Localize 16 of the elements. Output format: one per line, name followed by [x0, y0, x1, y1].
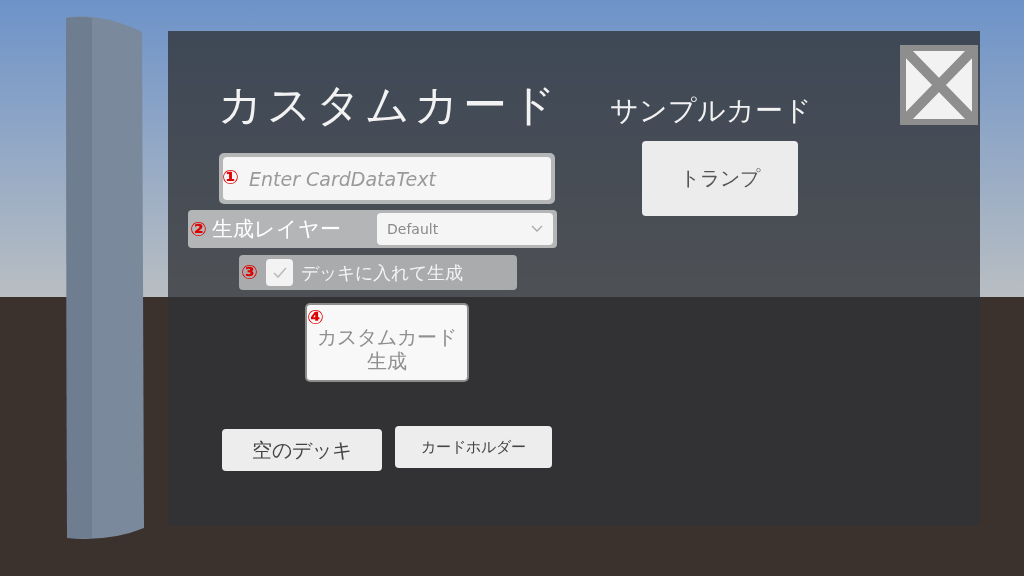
toggle-label: デッキに入れて生成: [301, 260, 463, 285]
dropdown-value: Default: [387, 221, 439, 237]
step-number: ①: [222, 166, 239, 188]
panel-button[interactable]: 空のデッキ: [222, 429, 382, 471]
section-title: サンプルカード: [610, 93, 812, 129]
caret-icon: [531, 225, 543, 233]
panel-button[interactable]: カードホルダー: [395, 426, 552, 468]
close-button[interactable]: [900, 45, 978, 125]
checkbox[interactable]: [266, 259, 293, 286]
layer-label: 生成レイヤー: [212, 216, 342, 243]
sample-card-button[interactable]: トランプ: [642, 141, 798, 216]
step-number: ②: [190, 218, 207, 240]
section-title: カスタムカード: [218, 78, 560, 132]
step-number: ③: [241, 261, 258, 283]
close-icon: [900, 45, 978, 125]
step-number: ④: [307, 306, 324, 328]
